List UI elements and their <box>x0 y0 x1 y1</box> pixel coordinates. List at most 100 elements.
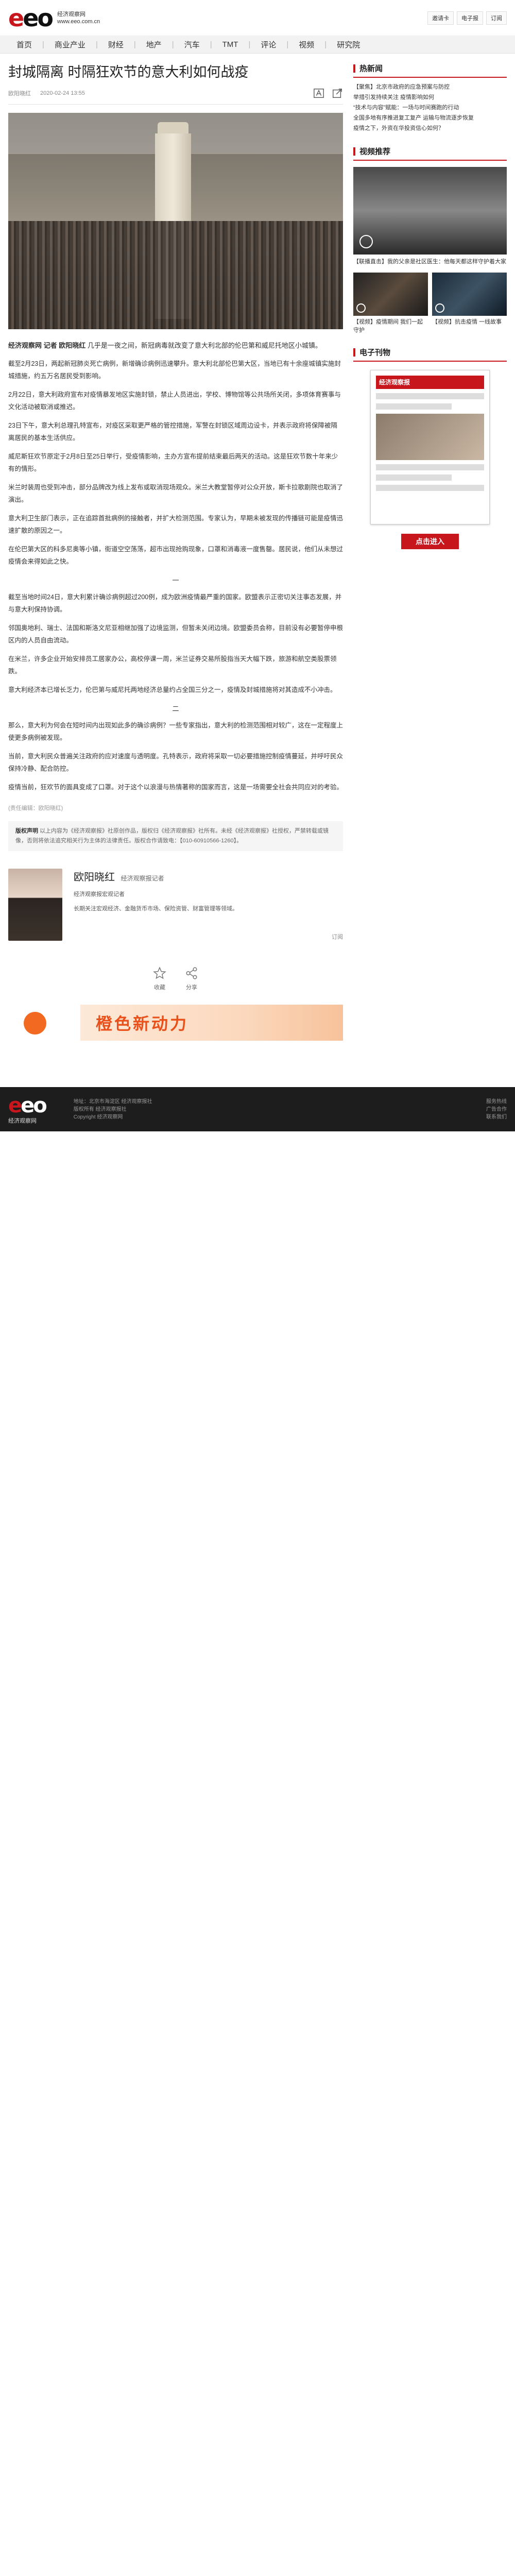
video-header: 视频推荐 <box>353 146 507 161</box>
footer: eeo 经济观察网 地址：北京市海淀区 经济观察报社 版权所有 经济观察报社 C… <box>0 1087 515 1131</box>
article-hero-image <box>8 113 343 329</box>
nav-item-home[interactable]: 首页 <box>6 39 42 50</box>
editor-note: (责任编辑：欧阳晓红) <box>8 805 63 811</box>
banner-text: 橙色新动力 <box>96 1014 189 1033</box>
logo-url: www.eeo.com.cn <box>57 18 100 25</box>
author-card: 欧阳晓红 经济观察报记者 经济观察报宏观记者 长期关注宏观经济、金融货币市场、保… <box>8 869 343 941</box>
main-nav: 首页 | 商业产业 | 财经 | 地产 | 汽车 | TMT | 评论 | 视频 | 研究院 <box>0 36 515 54</box>
article-date: 2020-02-24 13:55 <box>40 90 85 96</box>
section-marker <box>353 348 355 357</box>
epaper-title: 电子刊物 <box>359 348 391 357</box>
favorite-label: 收藏 <box>154 985 165 991</box>
epaper-header: 电子刊物 <box>353 347 507 362</box>
article-paragraph: 2月22日，意大利政府宣布对疫情暴发地区实施封锁，禁止人员进出，学校、博物馆等公… <box>8 391 341 411</box>
nav-item-business[interactable]: 商业产业 <box>44 39 96 50</box>
nav-item-auto[interactable]: 汽车 <box>174 39 210 50</box>
nav-item-research[interactable]: 研究院 <box>327 39 370 50</box>
footer-info-line: 地址：北京市海淀区 经济观察报社 <box>73 1098 152 1105</box>
copyright-text: 以上内容为《经济观察报》社原创作品，版权归《经济观察报》社所有。未经《经济观察报… <box>15 828 329 844</box>
author-name[interactable]: 欧阳晓红 <box>74 872 115 883</box>
epaper-link[interactable]: 电子报 <box>457 11 483 25</box>
logo-cn: 经济观察网 <box>57 11 86 18</box>
video-thumbnail <box>353 273 428 316</box>
footer-link[interactable]: 服务热线 <box>486 1098 507 1106</box>
video-item[interactable]: 【视频】抗击疫情 一线故事 <box>432 273 507 334</box>
play-icon <box>435 303 444 313</box>
article-paragraph: 在米兰，许多企业开始安排员工居家办公，高校停课一周，米兰证券交易所股指当天大幅下… <box>8 655 337 675</box>
article-paragraph: 威尼斯狂欢节原定于2月8日至25日举行，受疫情影响，主办方宣布提前结束最后两天的… <box>8 453 338 472</box>
article-paragraph: 23日下午，意大利总理孔特宣布，对疫区采取更严格的管控措施，军警在封锁区域周边设… <box>8 422 337 442</box>
share-icon[interactable] <box>332 88 343 99</box>
hot-news-item[interactable]: 全国多地有序推进复工复产 运输与物流逐步恢复 <box>353 113 507 123</box>
invite-card-link[interactable]: 邀请卡 <box>427 11 454 25</box>
article-paragraph: 意大利卫生部门表示，正在追踪首批病例的接触者，并扩大检测范围。专家认为，早期未被… <box>8 515 344 534</box>
copyright-notice: 版权声明 以上内容为《经济观察报》社原创作品，版权归《经济观察报》社所有。未经《… <box>8 821 343 851</box>
logo-mark: eeo <box>8 4 54 32</box>
footer-info-line: Copyright 经济观察网 <box>73 1114 123 1120</box>
copyright-label: 版权声明 <box>15 828 38 834</box>
ad-banner[interactable]: 橙色新动力 <box>8 1005 343 1041</box>
chapter-heading: 二 <box>172 705 179 713</box>
favorite-button[interactable]: 收藏 <box>153 967 166 991</box>
subscribe-link[interactable]: 订阅 <box>486 11 507 25</box>
orange-logo-icon <box>24 1012 46 1035</box>
share-button[interactable]: 分享 <box>185 967 198 991</box>
hot-news-item[interactable]: 疫情之下，外资在华投资信心如何？ <box>353 123 507 133</box>
article-title: 封城隔离 时隔狂欢节的意大利如何战疫 <box>8 64 249 80</box>
play-icon <box>359 235 373 248</box>
author-info: 欧阳晓红 经济观察报记者 经济观察报宏观记者 长期关注宏观经济、金融货币市场、保… <box>74 869 320 912</box>
nav-item-tmt[interactable]: TMT <box>212 40 249 49</box>
logo-text: 经济观察网 www.eeo.com.cn <box>57 11 100 25</box>
nav-item-comment[interactable]: 评论 <box>250 39 286 50</box>
article-meta: 欧阳晓红 2020-02-24 13:55 <box>8 88 343 99</box>
article-paragraph: 意大利经济本已增长乏力，伦巴第与威尼托两地经济总量约占全国三分之一，疫情及封城措… <box>8 686 337 693</box>
play-icon <box>356 303 366 313</box>
hot-news-item[interactable]: 举措引发持续关注 疫情影响如何 <box>353 92 507 103</box>
video-item[interactable]: 【视频】疫情期间 我们一起守护 <box>353 273 428 334</box>
lead-byline: 经济观察网 记者 欧阳晓红 <box>8 342 86 349</box>
author-desc: 长期关注宏观经济、金融货币市场、保险资管、财富管理等领域。 <box>74 906 238 912</box>
lead-text: 几乎是一夜之间，新冠病毒就改变了意大利北部的伦巴第和威尼托地区小城镇。 <box>87 342 322 349</box>
footer-logo[interactable]: eeo 经济观察网 <box>8 1094 47 1125</box>
article-paragraph: 在伦巴第大区的科多尼奥等小镇，街道空空荡荡，超市出现抢购现象，口罩和消毒液一度售… <box>8 546 344 565</box>
site-logo[interactable]: eeo 经济观察网 www.eeo.com.cn <box>8 4 100 32</box>
article-paragraph: 疫情当前，狂欢节的面具变成了口罩。对于这个以浪漫与热情著称的国家而言，这是一场需… <box>8 784 344 791</box>
top-links: 邀请卡 电子报 订阅 <box>427 11 507 25</box>
video-thumbnail <box>432 273 507 316</box>
author-title: 经济观察报宏观记者 <box>74 891 125 897</box>
video-main-thumbnail[interactable] <box>353 167 507 255</box>
nav-item-video[interactable]: 视频 <box>288 39 324 50</box>
nav-item-finance[interactable]: 财经 <box>98 39 134 50</box>
footer-info-line: 版权所有 经济观察报社 <box>73 1106 127 1112</box>
section-marker <box>353 64 355 73</box>
author-follow-button[interactable]: 订阅 <box>332 933 343 941</box>
article-column: 封城隔离 时隔狂欢节的意大利如何战疫 欧阳晓红 2020-02-24 13:55… <box>8 63 343 1041</box>
article-paragraph: 当前，意大利民众普遍关注政府的应对速度与透明度。孔特表示，政府将采取一切必要措施… <box>8 753 344 772</box>
font-size-icon[interactable] <box>313 88 324 99</box>
epaper-enter-button[interactable]: 点击进入 <box>401 534 459 549</box>
video-caption: 【视频】抗击疫情 一线故事 <box>432 319 502 325</box>
share-icon <box>186 967 197 979</box>
footer-link[interactable]: 联系我们 <box>486 1113 507 1121</box>
article-paragraph: 邻国奥地利、瑞士、法国和斯洛文尼亚相继加强了边境监测，但暂未关闭边境。欧盟委员会… <box>8 624 344 644</box>
footer-link[interactable]: 广告合作 <box>486 1106 507 1113</box>
article-author[interactable]: 欧阳晓红 <box>8 89 31 97</box>
epaper-cover[interactable]: 经济观察报 <box>370 370 490 524</box>
hot-news-item[interactable]: “技术与内容”赋能：一场与时间赛跑的行动 <box>353 103 507 113</box>
article-paragraph: 米兰时装周也受到冲击，部分品牌改为线上发布或取消现场观众。米兰大教堂暂停对公众开… <box>8 484 344 503</box>
author-avatar[interactable] <box>8 869 62 941</box>
chapter-heading: 一 <box>172 577 179 584</box>
section-marker <box>353 147 355 156</box>
footer-logo-mark: eeo <box>8 1094 47 1117</box>
share-label: 分享 <box>186 985 197 991</box>
hot-news-title: 热新闻 <box>359 64 383 73</box>
star-icon <box>153 967 166 979</box>
footer-links: 服务热线 广告合作 联系我们 <box>486 1098 507 1121</box>
video-main-caption[interactable]: 【联播直击】我的父亲是社区医生：他每天都这样守护着大家 <box>353 258 507 266</box>
epaper-masthead: 经济观察报 <box>376 376 484 389</box>
video-caption: 【视频】疫情期间 我们一起守护 <box>353 319 423 333</box>
author-name-row: 欧阳晓红 经济观察报记者 <box>74 869 320 884</box>
hot-news-item[interactable]: 【聚焦】北京市政府的应急预案与防控 <box>353 82 507 92</box>
hot-news-list: 【聚焦】北京市政府的应急预案与防控 举措引发持续关注 疫情影响如何 “技术与内容… <box>353 82 507 133</box>
nav-item-realestate[interactable]: 地产 <box>136 39 172 50</box>
